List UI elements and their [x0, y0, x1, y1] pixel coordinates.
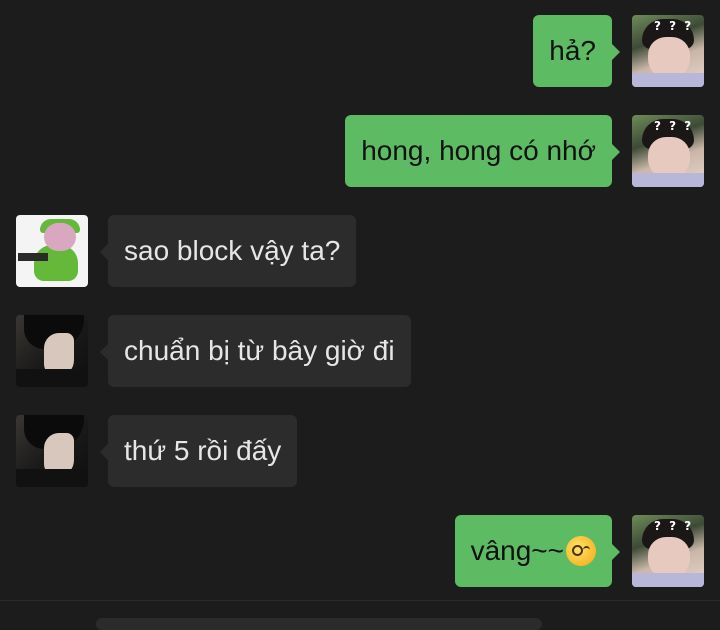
message-bubble[interactable]: hong, hong có nhớ — [345, 115, 612, 187]
input-divider — [0, 600, 720, 601]
avatar-overlay-text: ? ? ? — [654, 519, 694, 533]
chat-message-list[interactable]: hả? ? ? ? hong, hong có nhớ ? ? ? sao bl… — [0, 0, 720, 600]
message-outgoing: hong, hong có nhớ ? ? ? — [0, 115, 720, 187]
message-text: vâng~~ — [470, 535, 564, 566]
message-input[interactable] — [96, 618, 542, 630]
message-bubble[interactable]: sao block vậy ta? — [108, 215, 357, 287]
thinking-face-emoji — [566, 536, 596, 566]
bubble-tail — [612, 144, 620, 160]
message-bubble[interactable]: hả? — [533, 15, 612, 87]
user-avatar[interactable]: ? ? ? — [632, 115, 704, 187]
message-bubble[interactable]: chuẩn bị từ bây giờ đi — [108, 315, 411, 387]
bubble-tail — [100, 244, 108, 260]
contact-avatar[interactable] — [16, 315, 88, 387]
bubble-tail — [100, 344, 108, 360]
message-text: hong, hong có nhớ — [361, 135, 596, 166]
contact-avatar[interactable] — [16, 415, 88, 487]
bubble-tail — [100, 444, 108, 460]
user-avatar[interactable]: ? ? ? — [632, 15, 704, 87]
bubble-tail — [612, 544, 620, 560]
message-outgoing: hả? ? ? ? — [0, 15, 720, 87]
message-incoming: sao block vậy ta? — [0, 215, 720, 287]
message-text: sao block vậy ta? — [124, 235, 341, 266]
message-bubble[interactable]: vâng~~ — [454, 515, 612, 587]
avatar-overlay-text: ? ? ? — [654, 19, 694, 33]
message-outgoing: vâng~~ ? ? ? — [0, 515, 720, 587]
bubble-tail — [612, 44, 620, 60]
message-incoming: thứ 5 rồi đấy — [0, 415, 720, 487]
user-avatar[interactable]: ? ? ? — [632, 515, 704, 587]
avatar-overlay-text: ? ? ? — [654, 119, 694, 133]
message-text: chuẩn bị từ bây giờ đi — [124, 335, 395, 366]
message-bubble[interactable]: thứ 5 rồi đấy — [108, 415, 298, 487]
message-text: thứ 5 rồi đấy — [124, 435, 282, 466]
message-incoming: chuẩn bị từ bây giờ đi — [0, 315, 720, 387]
message-text: hả? — [549, 35, 596, 66]
frog-avatar[interactable] — [16, 215, 88, 287]
